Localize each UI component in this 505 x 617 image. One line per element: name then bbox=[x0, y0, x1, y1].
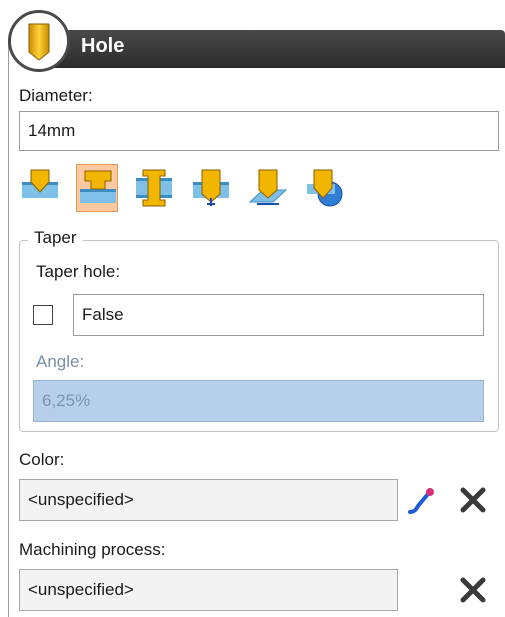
eyedropper-icon[interactable] bbox=[406, 484, 438, 516]
color-label: Color: bbox=[19, 450, 65, 469]
diameter-label: Diameter: bbox=[19, 86, 93, 105]
hole-type-angled-button[interactable] bbox=[247, 164, 289, 212]
taper-hole-checkbox[interactable] bbox=[33, 305, 53, 325]
hole-type-through-button[interactable] bbox=[133, 164, 175, 212]
angle-label: Angle: bbox=[36, 352, 85, 371]
color-field[interactable]: <unspecified> bbox=[19, 479, 398, 521]
hole-type-simple-button[interactable] bbox=[19, 164, 61, 212]
machining-process-label: Machining process: bbox=[19, 540, 166, 559]
hole-type-counterbore-button[interactable] bbox=[76, 164, 118, 212]
hole-type-sphere-button[interactable] bbox=[304, 164, 346, 212]
machining-process-field[interactable]: <unspecified> bbox=[19, 569, 398, 611]
diameter-input[interactable]: 14mm bbox=[19, 111, 499, 151]
angle-input: 6,25% bbox=[33, 380, 484, 422]
clear-color-icon[interactable] bbox=[458, 485, 488, 515]
hole-type-tapped-button[interactable] bbox=[190, 164, 232, 212]
taper-hole-value-field[interactable]: False bbox=[73, 294, 484, 336]
panel-title: Hole bbox=[81, 35, 125, 57]
panel-header: Hole bbox=[0, 8, 505, 82]
taper-group-title: Taper bbox=[28, 228, 83, 248]
hole-feature-icon bbox=[8, 10, 70, 72]
panel-border bbox=[8, 40, 9, 617]
clear-machining-icon[interactable] bbox=[458, 575, 488, 605]
taper-hole-label: Taper hole: bbox=[36, 262, 121, 281]
